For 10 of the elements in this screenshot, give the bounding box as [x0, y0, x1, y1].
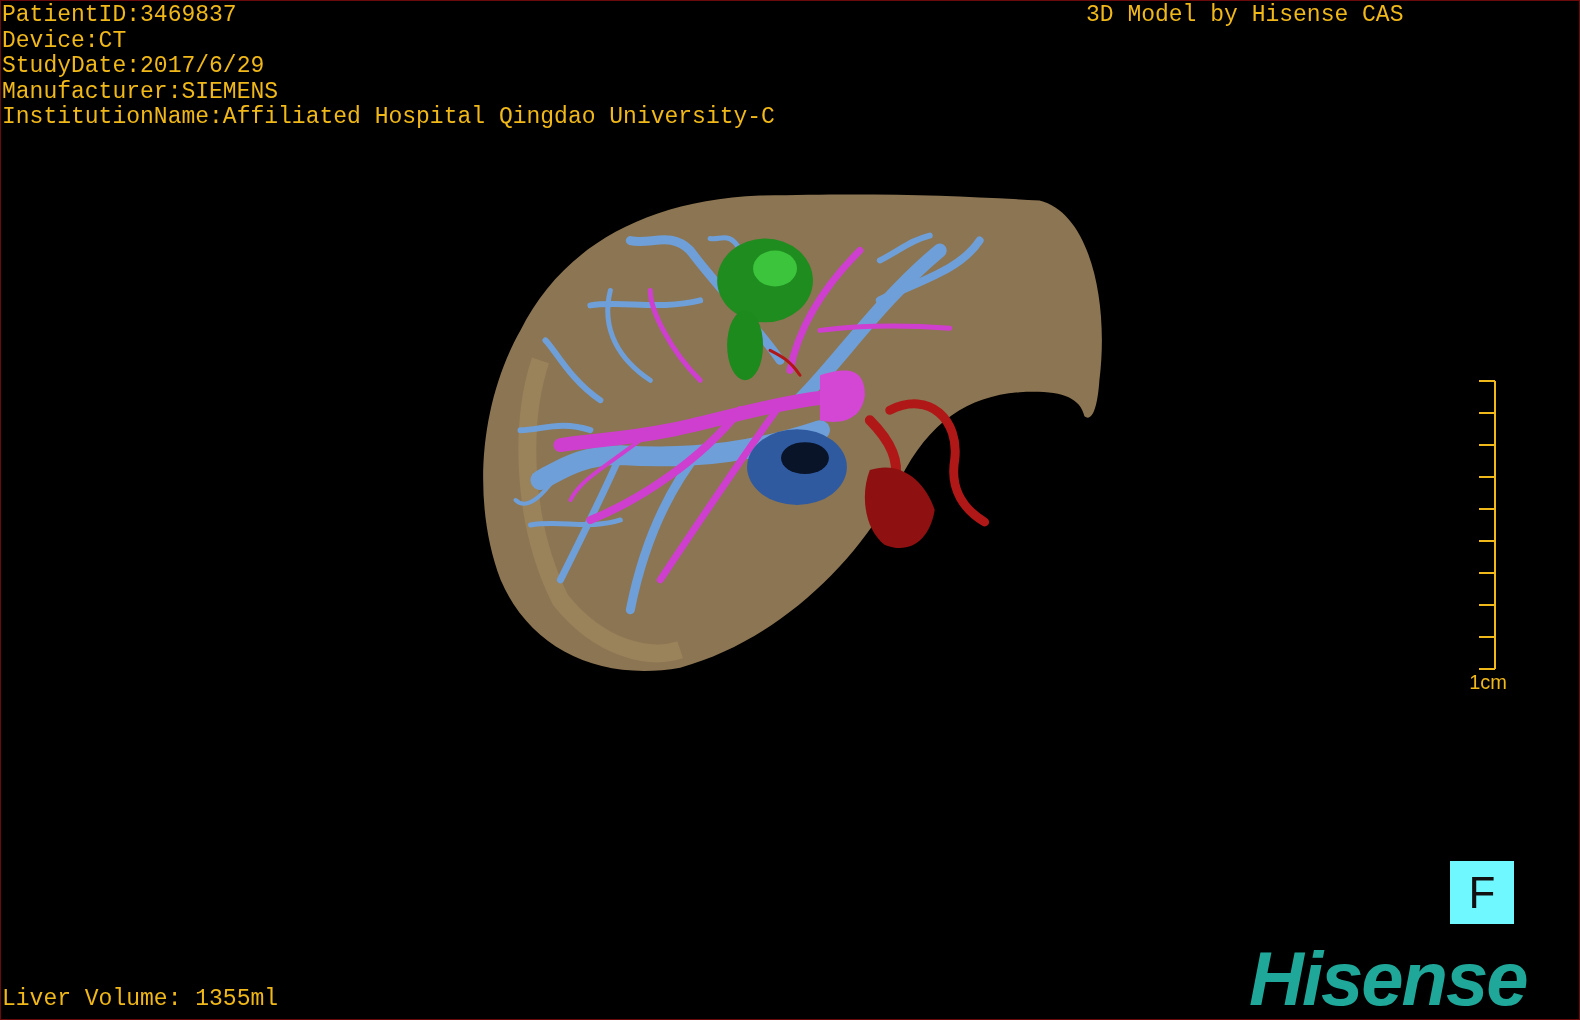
study-info-text: PatientID:3469837: [2, 3, 238, 29]
scale-label: 1cm: [1469, 671, 1507, 693]
study-info-text: StudyDate:2017/6/29: [2, 54, 266, 80]
orientation-button[interactable]: F: [1450, 861, 1514, 924]
study-info-text: Manufacturer:SIEMENS: [2, 79, 280, 105]
study-info-text: InstitutionName:Affiliated Hospital Qingdao University-C: [2, 105, 775, 131]
logo-text: Hisense: [1249, 941, 1527, 1017]
credit-text: 3D Model by Hisense CAS: [1086, 3, 1404, 28]
study-info-text: Device:CT: [2, 28, 128, 54]
liver-volume-text: Liver Volume: 1355ml: [2, 986, 279, 1012]
